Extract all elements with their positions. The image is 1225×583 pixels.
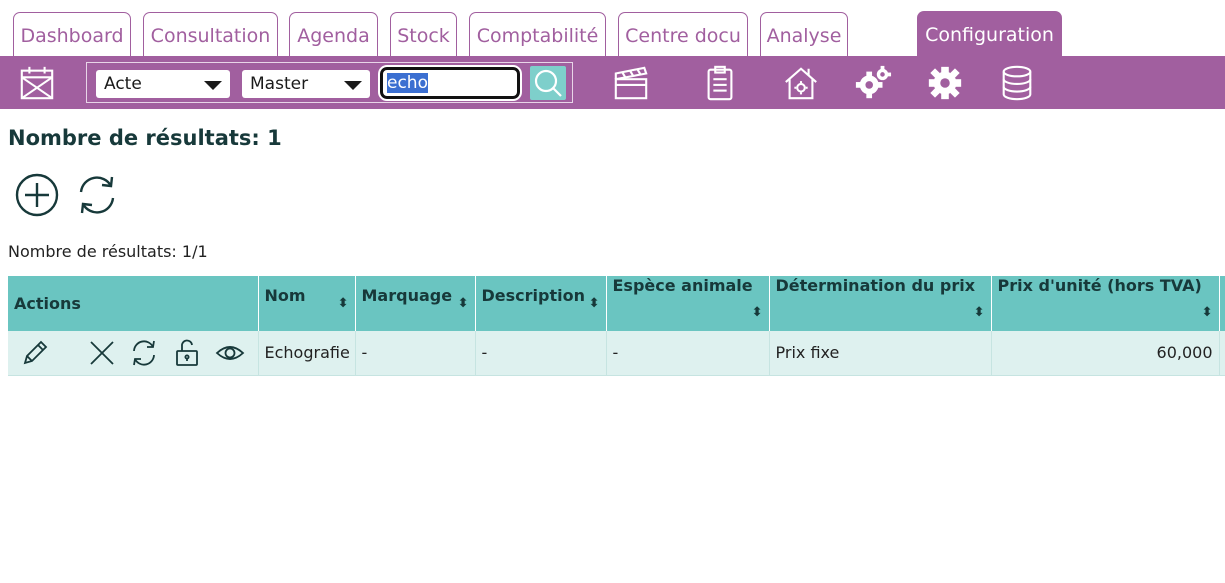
tab-centre-docu[interactable]: Centre docu bbox=[618, 12, 748, 57]
refresh-icon bbox=[79, 176, 115, 214]
add-button[interactable] bbox=[14, 172, 60, 218]
column-header-description[interactable]: Description ⬍ bbox=[475, 276, 607, 331]
column-header-actions: Actions bbox=[8, 276, 259, 331]
chevron-down-icon bbox=[344, 81, 362, 90]
search-button[interactable] bbox=[530, 66, 566, 100]
table-header-row: Actions Nom ⬍ Marquage ⬍ Description ⬍ Espè… bbox=[8, 276, 1225, 331]
column-header-overflow bbox=[1219, 276, 1225, 331]
clipboard-icon[interactable] bbox=[697, 60, 743, 106]
scope-select[interactable]: Master bbox=[242, 70, 370, 98]
refresh-button[interactable] bbox=[74, 172, 120, 218]
cell-description: - bbox=[475, 331, 607, 376]
sort-icon[interactable]: ⬍ bbox=[752, 295, 763, 331]
row-actions bbox=[8, 331, 259, 376]
page-title: Nombre de résultats: 1 bbox=[8, 126, 282, 150]
results-table: Actions Nom ⬍ Marquage ⬍ Description ⬍ Espè… bbox=[8, 276, 1225, 376]
delete-icon[interactable] bbox=[80, 339, 123, 367]
tab-stock[interactable]: Stock bbox=[390, 12, 457, 57]
unlock-icon[interactable] bbox=[166, 339, 209, 367]
database-icon[interactable] bbox=[994, 60, 1040, 106]
search-input[interactable]: echo bbox=[378, 65, 522, 101]
column-header-nom[interactable]: Nom ⬍ bbox=[258, 276, 356, 331]
toolbar: Acte Master echo bbox=[0, 56, 1225, 109]
chevron-down-icon bbox=[204, 81, 222, 90]
tab-dashboard[interactable]: Dashboard bbox=[13, 12, 131, 57]
scope-select-value: Master bbox=[250, 74, 309, 94]
tab-comptabilite[interactable]: Comptabilité bbox=[469, 12, 606, 57]
calendar-icon[interactable] bbox=[14, 60, 60, 106]
cell-nom: Echografie bbox=[258, 331, 356, 376]
type-select-value: Acte bbox=[104, 74, 142, 94]
tab-consultation[interactable]: Consultation bbox=[143, 12, 278, 57]
search-box: Acte Master echo bbox=[86, 62, 573, 103]
plus-circle-icon bbox=[15, 173, 59, 217]
sort-icon[interactable]: ⬍ bbox=[1202, 295, 1213, 331]
table-row: Echografie - - - Prix fixe 60,000 bbox=[8, 331, 1225, 376]
column-header-espece[interactable]: Espèce animale ⬍ bbox=[606, 276, 770, 331]
search-input-value: echo bbox=[387, 73, 428, 93]
cell-overflow bbox=[1219, 331, 1225, 376]
sort-icon[interactable]: ⬍ bbox=[974, 295, 985, 331]
tab-analyse[interactable]: Analyse bbox=[760, 12, 848, 57]
sort-icon[interactable]: ⬍ bbox=[589, 286, 600, 322]
cell-espece: - bbox=[606, 331, 770, 376]
gears-icon[interactable] bbox=[850, 60, 896, 106]
clinic-settings-icon[interactable] bbox=[778, 60, 824, 106]
result-count: Nombre de résultats: 1/1 bbox=[8, 242, 208, 261]
gear-icon[interactable] bbox=[922, 60, 968, 106]
cell-marquage: - bbox=[355, 331, 476, 376]
sort-icon[interactable]: ⬍ bbox=[458, 286, 469, 322]
view-icon[interactable] bbox=[209, 339, 252, 367]
tab-bar: Dashboard Consultation Agenda Stock Comp… bbox=[0, 0, 1225, 58]
refresh-icon[interactable] bbox=[123, 339, 166, 367]
column-header-prix[interactable]: Prix d'unité (hors TVA) ⬍ bbox=[991, 276, 1220, 331]
sort-icon[interactable]: ⬍ bbox=[338, 286, 349, 322]
type-select[interactable]: Acte bbox=[96, 70, 230, 98]
clapperboard-icon[interactable] bbox=[608, 60, 654, 106]
tab-agenda[interactable]: Agenda bbox=[289, 12, 378, 57]
edit-icon[interactable] bbox=[14, 339, 57, 367]
column-header-marquage[interactable]: Marquage ⬍ bbox=[355, 276, 476, 331]
cell-determination: Prix fixe bbox=[769, 331, 992, 376]
search-icon bbox=[534, 69, 562, 97]
column-header-determination[interactable]: Détermination du prix ⬍ bbox=[769, 276, 992, 331]
cell-prix: 60,000 bbox=[991, 331, 1220, 376]
tab-configuration[interactable]: Configuration bbox=[917, 11, 1062, 58]
